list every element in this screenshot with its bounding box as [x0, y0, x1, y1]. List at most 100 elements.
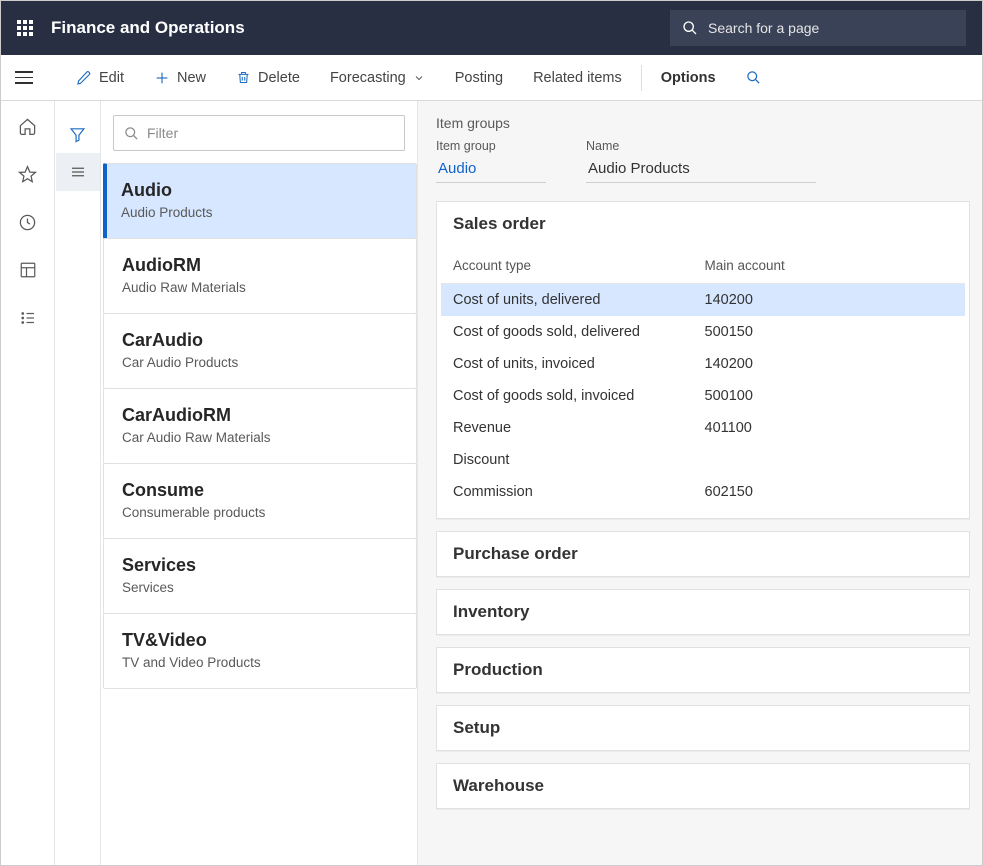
cell-account-type: Revenue — [441, 412, 693, 444]
table-row[interactable]: Cost of goods sold, delivered500150 — [441, 316, 965, 348]
list-item-name: TV and Video Products — [122, 655, 398, 670]
edit-label: Edit — [99, 70, 124, 86]
table-row[interactable]: Cost of units, invoiced140200 — [441, 348, 965, 380]
favorites-icon[interactable] — [17, 163, 39, 185]
item-group-value[interactable]: Audio — [436, 157, 546, 183]
left-nav-rail — [1, 101, 55, 865]
list-item-name: Services — [122, 580, 398, 595]
table-row[interactable]: Commission602150 — [441, 476, 965, 508]
modules-icon[interactable] — [17, 307, 39, 329]
related-label: Related items — [533, 70, 622, 86]
detail-pane: Item groups Item group Audio Name Audio … — [418, 101, 982, 865]
table-row[interactable]: Cost of goods sold, invoiced500100 — [441, 380, 965, 412]
separator — [641, 65, 642, 91]
fasttab-sales-order-header[interactable]: Sales order — [437, 202, 969, 246]
list-item[interactable]: Audio Audio Products — [103, 163, 417, 239]
posting-button[interactable]: Posting — [440, 55, 518, 100]
funnel-icon[interactable] — [56, 115, 100, 153]
list-item-code: Services — [122, 555, 398, 576]
trash-icon — [236, 70, 251, 85]
cell-account-type: Cost of goods sold, delivered — [441, 316, 693, 348]
action-bar: Edit New Delete Forecasting Posting Rela… — [1, 55, 982, 101]
list-item-name: Car Audio Products — [122, 355, 398, 370]
app-launcher-icon[interactable] — [17, 20, 33, 36]
filter-column — [55, 101, 101, 865]
list-item-code: CarAudio — [122, 330, 398, 351]
name-value[interactable]: Audio Products — [586, 157, 816, 183]
fasttab-inventory[interactable]: Inventory — [436, 589, 970, 635]
chevron-down-icon — [413, 72, 425, 84]
cell-main-account: 602150 — [693, 476, 965, 508]
list-filter-input[interactable] — [147, 125, 394, 141]
plus-icon — [154, 70, 170, 86]
list-pane: Audio Audio Products AudioRM Audio Raw Mate… — [101, 101, 418, 865]
list-view-icon[interactable] — [56, 153, 100, 191]
app-title: Finance and Operations — [51, 18, 245, 38]
delete-button[interactable]: Delete — [221, 55, 315, 100]
fasttab-label: Purchase order — [437, 532, 969, 576]
global-search-input[interactable] — [708, 20, 954, 36]
forecasting-label: Forecasting — [330, 70, 406, 86]
options-button[interactable]: Options — [646, 55, 731, 100]
cell-main-account: 140200 — [693, 284, 965, 317]
nav-toggle-icon[interactable] — [15, 71, 43, 84]
new-label: New — [177, 70, 206, 86]
pencil-icon — [76, 70, 92, 86]
cell-main-account: 401100 — [693, 412, 965, 444]
list-filter[interactable] — [113, 115, 405, 151]
posting-label: Posting — [455, 70, 503, 86]
page-title: Item groups — [436, 115, 970, 131]
cell-account-type: Cost of goods sold, invoiced — [441, 380, 693, 412]
fasttab-production[interactable]: Production — [436, 647, 970, 693]
fasttab-sales-order: Sales order Account type Main account Co… — [436, 201, 970, 519]
fasttab-label: Production — [437, 648, 969, 692]
list-item-code: AudioRM — [122, 255, 398, 276]
forecasting-menu[interactable]: Forecasting — [315, 55, 440, 100]
list-item[interactable]: CarAudioRMCar Audio Raw Materials — [103, 388, 417, 464]
cell-main-account: 500100 — [693, 380, 965, 412]
table-row[interactable]: Cost of units, delivered140200 — [441, 284, 965, 317]
table-row[interactable]: Revenue401100 — [441, 412, 965, 444]
fasttab-setup[interactable]: Setup — [436, 705, 970, 751]
recent-icon[interactable] — [17, 211, 39, 233]
page-search-button[interactable] — [731, 55, 776, 100]
top-nav: Finance and Operations — [1, 1, 982, 55]
fasttab-label: Setup — [437, 706, 969, 750]
options-label: Options — [661, 70, 716, 86]
fasttab-label: Warehouse — [437, 764, 969, 808]
search-icon — [682, 20, 698, 36]
cell-main-account: 140200 — [693, 348, 965, 380]
name-label: Name — [586, 139, 816, 153]
list-item-code: Consume — [122, 480, 398, 501]
col-account-type[interactable]: Account type — [441, 248, 693, 284]
fasttab-warehouse[interactable]: Warehouse — [436, 763, 970, 809]
list-item-code: Audio — [121, 180, 398, 201]
sales-order-table: Account type Main account Cost of units,… — [441, 248, 965, 508]
search-icon — [124, 126, 139, 141]
col-main-account[interactable]: Main account — [693, 248, 965, 284]
list-item[interactable]: Services Services — [103, 538, 417, 614]
new-button[interactable]: New — [139, 55, 221, 100]
list-item-name: Audio Products — [121, 205, 398, 220]
global-search[interactable] — [670, 10, 966, 46]
list-item-name: Audio Raw Materials — [122, 280, 398, 295]
list-item-name: Consumerable products — [122, 505, 398, 520]
item-group-label: Item group — [436, 139, 546, 153]
main: Audio Audio Products AudioRM Audio Raw Mate… — [1, 101, 982, 865]
table-row[interactable]: Discount — [441, 444, 965, 476]
list-item-code: CarAudioRM — [122, 405, 398, 426]
list-item[interactable]: TV&Video TV and Video Products — [103, 613, 417, 689]
cell-main-account: 500150 — [693, 316, 965, 348]
fasttab-label: Inventory — [437, 590, 969, 634]
list-item[interactable]: CarAudio Car Audio Products — [103, 313, 417, 389]
workspaces-icon[interactable] — [17, 259, 39, 281]
list-item[interactable]: Consume Consumerable products — [103, 463, 417, 539]
cell-account-type: Cost of units, delivered — [441, 284, 693, 317]
cell-account-type: Cost of units, invoiced — [441, 348, 693, 380]
edit-button[interactable]: Edit — [61, 55, 139, 100]
home-icon[interactable] — [17, 115, 39, 137]
list-item[interactable]: AudioRM Audio Raw Materials — [103, 238, 417, 314]
related-items-button[interactable]: Related items — [518, 55, 637, 100]
fasttab-purchase-order[interactable]: Purchase order — [436, 531, 970, 577]
list-item-code: TV&Video — [122, 630, 398, 651]
